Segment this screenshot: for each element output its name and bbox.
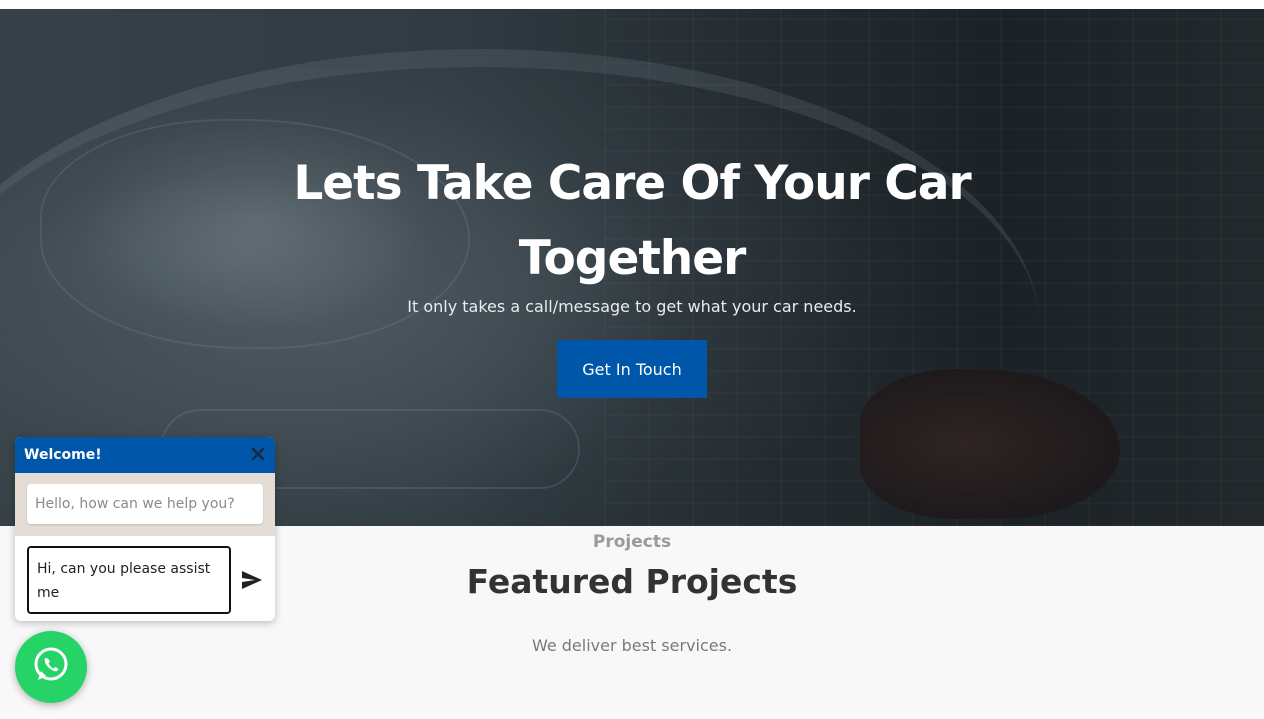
get-in-touch-button[interactable]: Get In Touch bbox=[557, 340, 707, 398]
send-icon[interactable] bbox=[240, 568, 264, 592]
hero-title: Lets Take Care Of Your Car Together bbox=[293, 156, 971, 286]
whatsapp-icon bbox=[29, 643, 73, 691]
chat-header-title: Welcome! bbox=[24, 447, 102, 463]
chat-header: Welcome! bbox=[15, 437, 275, 473]
hero-subtitle: It only takes a call/message to get what… bbox=[407, 297, 857, 316]
chat-body: Hello, how can we help you? bbox=[15, 473, 275, 536]
page: Lets Take Care Of Your Car Together It o… bbox=[0, 0, 1264, 719]
close-icon[interactable] bbox=[249, 445, 267, 463]
whatsapp-button[interactable] bbox=[15, 631, 87, 703]
chat-widget: Welcome! Hello, how can we help you? bbox=[15, 437, 275, 621]
chat-message-input[interactable] bbox=[27, 546, 231, 614]
projects-subtitle: We deliver best services. bbox=[531, 636, 733, 655]
chat-greeting-message: Hello, how can we help you? bbox=[27, 484, 263, 524]
